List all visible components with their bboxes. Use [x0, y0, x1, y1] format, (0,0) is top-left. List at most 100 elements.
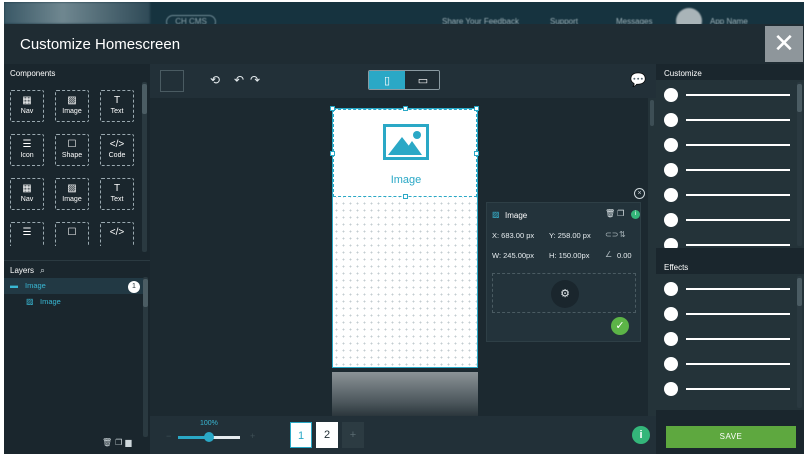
image-settings-icon[interactable]: ⚙	[551, 280, 579, 308]
close-button[interactable]: ✕	[765, 26, 803, 62]
stage-scrollbar[interactable]	[648, 98, 656, 416]
scrollbar-thumb[interactable]	[143, 279, 148, 307]
duplicate-icon[interactable]: ❐	[115, 438, 125, 447]
page-button-2[interactable]: 2	[316, 422, 338, 448]
customize-scrollbar[interactable]	[797, 82, 802, 246]
resize-handle[interactable]	[403, 194, 408, 199]
effect-option-toggle[interactable]	[664, 332, 792, 346]
duplicate-icon[interactable]: ❐	[617, 209, 626, 218]
effects-options	[656, 274, 804, 410]
folder-icon[interactable]: ▆	[125, 438, 134, 447]
layout-grid-icon[interactable]	[160, 70, 184, 92]
layer-item[interactable]: ▬ Image 1	[4, 278, 144, 294]
image-drop-zone[interactable]: ⚙	[492, 273, 636, 313]
component-nav[interactable]: ▦ Nav	[10, 90, 44, 122]
phone-icon: ▯	[383, 75, 391, 87]
props-close-icon[interactable]: ×	[634, 188, 645, 199]
component-text[interactable]: T Text	[100, 90, 134, 122]
link-icon[interactable]: ⊂⊃	[605, 230, 618, 239]
toggle-knob[interactable]	[664, 332, 678, 346]
customize-option-toggle[interactable]	[664, 238, 792, 248]
toggle-knob[interactable]	[664, 88, 678, 102]
toggle-knob[interactable]	[664, 357, 678, 371]
component-item[interactable]: ☐	[55, 222, 89, 246]
redo-icon[interactable]: ↷	[250, 73, 260, 87]
component-image[interactable]: ▨ Image	[55, 90, 89, 122]
component-text[interactable]: T Text	[100, 178, 134, 210]
resize-handle[interactable]	[330, 151, 335, 156]
next-page-preview[interactable]	[332, 372, 478, 416]
component-image[interactable]: ▨ Image	[55, 178, 89, 210]
x-position-field[interactable]: X: 683.00 px	[492, 231, 534, 240]
toggle-knob[interactable]	[664, 113, 678, 127]
page-button-1[interactable]: 1	[290, 422, 312, 448]
effect-option-toggle[interactable]	[664, 282, 792, 296]
trash-icon[interactable]: 🗑	[102, 438, 115, 447]
customize-option-toggle[interactable]	[664, 88, 792, 102]
scrollbar-thumb[interactable]	[797, 84, 802, 112]
effects-scrollbar[interactable]	[797, 276, 802, 408]
phone-view-button[interactable]: ▯	[369, 71, 405, 89]
toggle-knob[interactable]	[664, 238, 678, 248]
undo-icon[interactable]: ↶	[234, 73, 244, 87]
toggle-knob[interactable]	[664, 213, 678, 227]
code-icon: </>	[109, 227, 125, 238]
resize-handle[interactable]	[474, 151, 479, 156]
layers-scrollbar[interactable]	[143, 277, 148, 437]
component-shape[interactable]: ☐ Shape	[55, 134, 89, 166]
toggle-track	[686, 219, 790, 221]
scrollbar-thumb[interactable]	[142, 84, 147, 114]
component-code[interactable]: </> Code	[100, 134, 134, 166]
customize-option-toggle[interactable]	[664, 113, 792, 127]
height-field[interactable]: H: 150.00px	[549, 251, 589, 260]
scrollbar-thumb[interactable]	[650, 100, 654, 126]
phone-canvas[interactable]: Image	[330, 106, 479, 368]
properties-title: Image	[505, 211, 528, 220]
resize-handle[interactable]	[330, 106, 335, 111]
history-icon[interactable]: ⟲	[210, 73, 220, 87]
layer-item[interactable]: ▨ Image	[4, 294, 144, 310]
effect-option-toggle[interactable]	[664, 382, 792, 396]
help-icon[interactable]: i	[632, 426, 650, 444]
toggle-knob[interactable]	[664, 382, 678, 396]
zoom-out-icon[interactable]: −	[166, 431, 171, 441]
component-item[interactable]: </>	[100, 222, 134, 246]
resize-handle[interactable]	[474, 106, 479, 111]
effect-option-toggle[interactable]	[664, 357, 792, 371]
folder-icon: ▬	[10, 281, 18, 290]
toggle-knob[interactable]	[664, 282, 678, 296]
trash-icon[interactable]: 🗑	[605, 209, 617, 218]
search-icon[interactable]: ⌕	[40, 265, 45, 276]
confirm-button[interactable]: ✓	[611, 317, 629, 335]
effect-option-toggle[interactable]	[664, 307, 792, 321]
zoom-in-icon[interactable]: +	[250, 431, 255, 441]
chat-icon[interactable]: 💬	[630, 72, 646, 88]
toggle-knob[interactable]	[664, 138, 678, 152]
image-element[interactable]: Image	[333, 109, 477, 197]
info-icon[interactable]: i	[631, 210, 640, 219]
component-nav[interactable]: ▦ Nav	[10, 178, 44, 210]
y-position-field[interactable]: Y: 258.00 px	[549, 231, 591, 240]
scrollbar-thumb[interactable]	[797, 278, 802, 306]
toggle-knob[interactable]	[664, 163, 678, 177]
component-item[interactable]: ☰	[10, 222, 44, 246]
zoom-slider[interactable]	[178, 432, 240, 442]
tablet-view-button[interactable]: ▭	[405, 71, 439, 89]
toggle-knob[interactable]	[664, 307, 678, 321]
components-scrollbar[interactable]	[142, 82, 147, 252]
width-field[interactable]: W: 245.00px	[492, 251, 534, 260]
image-icon: ▨	[67, 95, 77, 106]
add-page-button[interactable]: +	[342, 422, 364, 448]
zoom-slider-thumb[interactable]	[204, 432, 214, 442]
rotation-field[interactable]: 0.00	[617, 251, 632, 260]
flip-icon[interactable]: ⇅	[619, 230, 626, 239]
resize-handle[interactable]	[403, 106, 408, 111]
toggle-knob[interactable]	[664, 188, 678, 202]
customize-option-toggle[interactable]	[664, 188, 792, 202]
save-button[interactable]: SAVE	[666, 426, 796, 448]
customize-option-toggle[interactable]	[664, 213, 792, 227]
layers-section: Layers ⌕ ▬ Image 1 ▨ Image	[4, 260, 150, 454]
component-icon[interactable]: ☰ Icon	[10, 134, 44, 166]
customize-option-toggle[interactable]	[664, 138, 792, 152]
customize-option-toggle[interactable]	[664, 163, 792, 177]
